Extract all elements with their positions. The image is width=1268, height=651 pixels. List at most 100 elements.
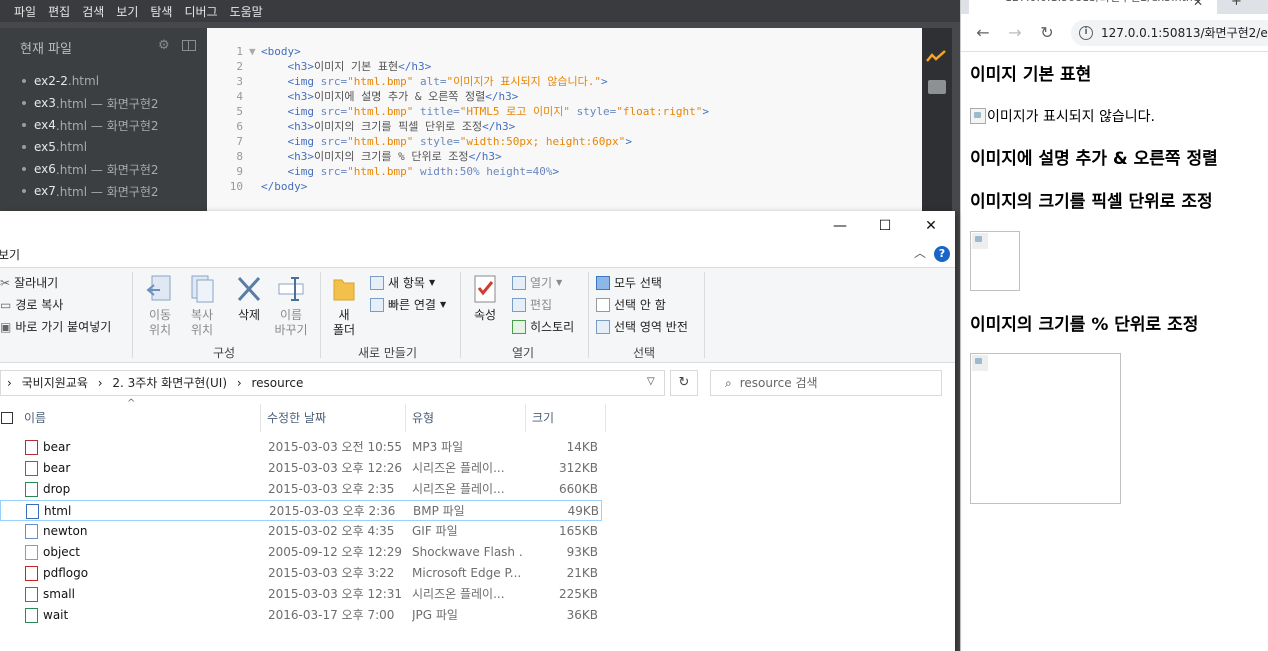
paste-shortcut-button[interactable]: ▣ 바로 가기 붙여넣기 — [0, 318, 111, 335]
menu-navigate[interactable]: 탐색 — [150, 3, 172, 20]
close-button[interactable]: ✕ — [908, 211, 954, 241]
gear-icon[interactable]: ⚙ — [158, 38, 170, 53]
browser-tab[interactable]: 127.0.0.1:50813/화면구현2/ex3.html — [969, 0, 1217, 14]
broken-image-icon — [972, 355, 988, 371]
code-area[interactable]: 1 ▼ <body> 2 <h3>이미지 기본 표현</h3> 3 <img src="… — [207, 28, 922, 218]
split-view-icon[interactable] — [182, 40, 196, 51]
edit-button[interactable]: 편집 — [512, 296, 552, 313]
column-name[interactable]: 이름 — [18, 404, 261, 432]
breadcrumb[interactable]: › 국비지원교육 › 2. 3주차 화면구현(UI) › resource — [0, 370, 665, 396]
move-to-button[interactable]: 이동 위치 — [140, 274, 180, 338]
new-tab-icon[interactable]: + — [1231, 0, 1242, 9]
file-row[interactable]: newton 2015-03-02 오후 4:35 GIF 파일 165KB — [0, 521, 602, 542]
paste-icon: ▣ — [0, 319, 12, 334]
alt-text: 이미지가 표시되지 않습니다. — [987, 109, 1155, 125]
browser-window: 127.0.0.1:50813/화면구현2/ex3.html ✕ + ← → ↻… — [960, 0, 1268, 651]
open-button[interactable]: 열기 ▼ — [512, 274, 562, 291]
line-number: 9 — [236, 165, 243, 178]
chevron-down-icon[interactable]: ▽ — [647, 376, 655, 387]
invert-selection-button[interactable]: 선택 영역 반전 — [596, 318, 688, 335]
menu-debug[interactable]: 디버그 — [184, 3, 217, 20]
file-row[interactable]: bear 2015-03-03 오후 12:26 시리즈온 플레이... 312KB — [0, 458, 602, 479]
file-size: 14KB — [566, 440, 598, 454]
properties-button[interactable]: 속성 — [466, 274, 504, 323]
broken-image-icon — [970, 108, 986, 124]
code-line[interactable]: 6 <h3>이미지의 크기를 픽셀 단위로 조정</h3> — [207, 119, 922, 134]
file-row[interactable]: small 2015-03-03 오후 12:31 시리즈온 플레이... 225KB — [0, 584, 602, 605]
breadcrumb-item[interactable]: 2. 3주차 화면구현(UI) — [112, 376, 227, 390]
working-file-item[interactable]: ex5 .html — [0, 136, 207, 158]
ribbon-separator — [320, 272, 321, 358]
copy-path-button[interactable]: ▭ 경로 복사 — [0, 296, 63, 313]
address-bar[interactable]: i 127.0.0.1:50813/화면구현2/ex3.html — [1071, 20, 1268, 46]
open-icon — [512, 275, 526, 290]
delete-button[interactable]: 삭제 — [229, 274, 269, 323]
menu-help[interactable]: 도움말 — [230, 3, 263, 20]
info-icon[interactable]: i — [1079, 26, 1093, 40]
file-row[interactable]: pdflogo 2015-03-03 오후 3:22 Microsoft Edge … — [0, 563, 602, 584]
file-row[interactable]: wait 2016-03-17 오후 7:00 JPG 파일 36KB — [0, 605, 602, 626]
back-button[interactable]: ← — [973, 23, 993, 42]
image-percent-sized — [970, 353, 1121, 504]
file-row[interactable]: bear 2015-03-03 오전 10:55 MP3 파일 14KB — [0, 437, 602, 458]
file-dot-icon — [22, 167, 26, 171]
rename-button[interactable]: 이름 바꾸기 — [271, 274, 311, 338]
menu-edit[interactable]: 편집 — [48, 3, 70, 20]
refresh-button[interactable]: ↻ — [670, 370, 698, 396]
code-line[interactable]: 10 </body> — [207, 179, 922, 194]
working-file-item[interactable]: ex3 .html — 화면구현2 — [0, 92, 207, 114]
heading-percent-size: 이미지의 크기를 % 단위로 조정 — [970, 315, 1199, 335]
column-date[interactable]: 수정한 날짜 — [261, 404, 406, 432]
working-file-item[interactable]: ex6 .html — 화면구현2 — [0, 158, 207, 180]
ribbon-separator — [704, 272, 705, 358]
file-row[interactable]: html 2015-03-03 오후 2:36 BMP 파일 49KB — [0, 500, 602, 521]
edit-label: 편집 — [530, 298, 553, 312]
code-line[interactable]: 7 <img src="html.bmp" style="width:50px;… — [207, 134, 922, 149]
tab-close-icon[interactable]: ✕ — [1193, 0, 1203, 9]
select-all-checkbox[interactable] — [1, 412, 13, 424]
search-input[interactable]: ⌕ resource 검색 — [710, 370, 942, 396]
new-folder-button[interactable]: 새 폴더 — [326, 274, 362, 338]
cut-button[interactable]: ✂ 잘라내기 — [0, 274, 58, 291]
code-line[interactable]: 2 <h3>이미지 기본 표현</h3> — [207, 59, 922, 74]
select-none-button[interactable]: 선택 안 함 — [596, 296, 666, 313]
minimize-button[interactable]: — — [817, 211, 863, 241]
live-preview-icon[interactable] — [926, 48, 946, 64]
easy-access-button[interactable]: 빠른 연결 ▼ — [370, 296, 446, 313]
search-icon: ⌕ — [725, 376, 732, 390]
column-size[interactable]: 크기 — [526, 404, 606, 432]
code-line[interactable]: 5 <img src="html.bmp" title="HTML5 로고 이미… — [207, 104, 922, 119]
breadcrumb-item[interactable]: 국비지원교육 — [22, 376, 88, 390]
history-button[interactable]: 히스토리 — [512, 318, 574, 335]
reload-button[interactable]: ↻ — [1037, 23, 1057, 42]
file-row[interactable]: drop 2015-03-03 오후 2:35 시리즈온 플레이... 660KB — [0, 479, 602, 500]
file-row[interactable]: object 2005-09-12 오후 12:29 Shockwave Flash… — [0, 542, 602, 563]
code-line[interactable]: 3 <img src="html.bmp" alt="이미지가 표시되지 않습니… — [207, 74, 922, 89]
column-type[interactable]: 유형 — [406, 404, 526, 432]
copy-to-button[interactable]: 복사 위치 — [182, 274, 222, 338]
chevron-right-icon: › — [7, 376, 12, 390]
code-line[interactable]: 1 ▼ <body> — [207, 44, 922, 59]
maximize-button[interactable]: ☐ — [862, 211, 908, 241]
working-file-item[interactable]: ex4 .html — 화면구현2 — [0, 114, 207, 136]
working-file-item[interactable]: ex7 .html — 화면구현2 — [0, 180, 207, 202]
menu-view[interactable]: 보기 — [116, 3, 138, 20]
tab-view[interactable]: 보기 — [0, 246, 20, 263]
menu-file[interactable]: 파일 — [14, 3, 36, 20]
chevron-down-icon: ▼ — [428, 278, 436, 287]
code-line[interactable]: 9 <img src="html.bmp" width:50% height=4… — [207, 164, 922, 179]
forward-button[interactable]: → — [1005, 23, 1025, 42]
code-line[interactable]: 8 <h3>이미지의 크기를 % 단위로 조정</h3> — [207, 149, 922, 164]
extension-manager-icon[interactable] — [928, 80, 946, 94]
select-all-button[interactable]: 모두 선택 — [596, 274, 662, 291]
cut-label: 잘라내기 — [14, 276, 59, 290]
help-icon[interactable]: ? — [934, 246, 950, 262]
code-line[interactable]: 4 <h3>이미지에 설명 추가 & 오른쪽 정렬</h3> — [207, 89, 922, 104]
broken-image-icon — [972, 233, 988, 249]
file-name: drop — [43, 482, 71, 496]
chevron-up-icon[interactable]: ︿ — [914, 244, 926, 261]
working-file-item[interactable]: ex2-2 .html — [0, 70, 207, 92]
new-item-button[interactable]: 새 항목 ▼ — [370, 274, 435, 291]
breadcrumb-item[interactable]: resource — [251, 376, 303, 390]
menu-search[interactable]: 검색 — [82, 3, 104, 20]
